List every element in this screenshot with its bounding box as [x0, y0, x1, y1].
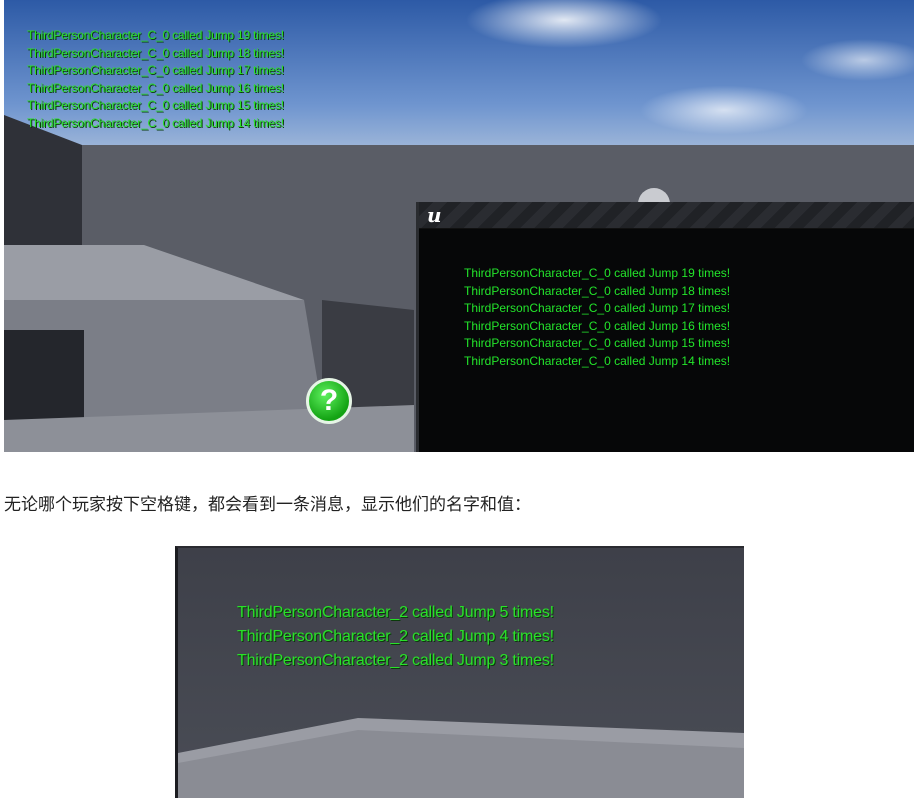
- debug-message: ThirdPersonCharacter_C_0 called Jump 18 …: [464, 283, 731, 298]
- block-dark: [4, 330, 84, 420]
- debug-message: ThirdPersonCharacter_C_0 called Jump 17 …: [27, 63, 284, 78]
- debug-message: ThirdPersonCharacter_C_0 called Jump 15 …: [464, 336, 731, 351]
- debug-message: ThirdPersonCharacter_2 called Jump 3 tim…: [237, 652, 554, 669]
- onscreen-debug-messages: ThirdPersonCharacter_C_0 called Jump 19 …: [27, 27, 284, 133]
- caption-text: 无论哪个玩家按下空格键，都会看到一条消息，显示他们的名字和值：: [4, 495, 531, 515]
- debug-message: ThirdPersonCharacter_C_0 called Jump 19 …: [464, 266, 731, 280]
- help-question-icon: ?: [306, 378, 352, 424]
- debug-message: ThirdPersonCharacter_C_0 called Jump 16 …: [464, 318, 731, 333]
- debug-message: ThirdPersonCharacter_C_0 called Jump 19 …: [27, 28, 284, 42]
- game-screenshot-top: ThirdPersonCharacter_C_0 called Jump 19 …: [4, 0, 914, 452]
- game-screenshot-bottom: ThirdPersonCharacter_2 called Jump 5 tim…: [175, 546, 744, 798]
- debug-message: ThirdPersonCharacter_C_0 called Jump 15 …: [27, 98, 284, 113]
- debug-message: ThirdPersonCharacter_C_0 called Jump 17 …: [464, 301, 731, 316]
- window-titlebar[interactable]: u: [419, 202, 914, 229]
- debug-message: ThirdPersonCharacter_C_0 called Jump 16 …: [27, 80, 284, 95]
- window-debug-messages: ThirdPersonCharacter_C_0 called Jump 19 …: [464, 265, 730, 371]
- second-player-game-window: u ThirdPersonCharacter_C_0 called Jump 1…: [416, 202, 914, 452]
- debug-message: ThirdPersonCharacter_C_0 called Jump 14 …: [27, 115, 284, 130]
- onscreen-debug-messages-bottom: ThirdPersonCharacter_2 called Jump 5 tim…: [237, 601, 554, 673]
- debug-message: ThirdPersonCharacter_C_0 called Jump 18 …: [27, 45, 284, 60]
- debug-message: ThirdPersonCharacter_2 called Jump 5 tim…: [237, 604, 554, 621]
- debug-message: ThirdPersonCharacter_C_0 called Jump 14 …: [464, 353, 731, 368]
- level-geometry-bottom: [178, 718, 744, 798]
- debug-message: ThirdPersonCharacter_2 called Jump 4 tim…: [237, 628, 554, 645]
- unreal-engine-logo-icon: u: [427, 203, 442, 227]
